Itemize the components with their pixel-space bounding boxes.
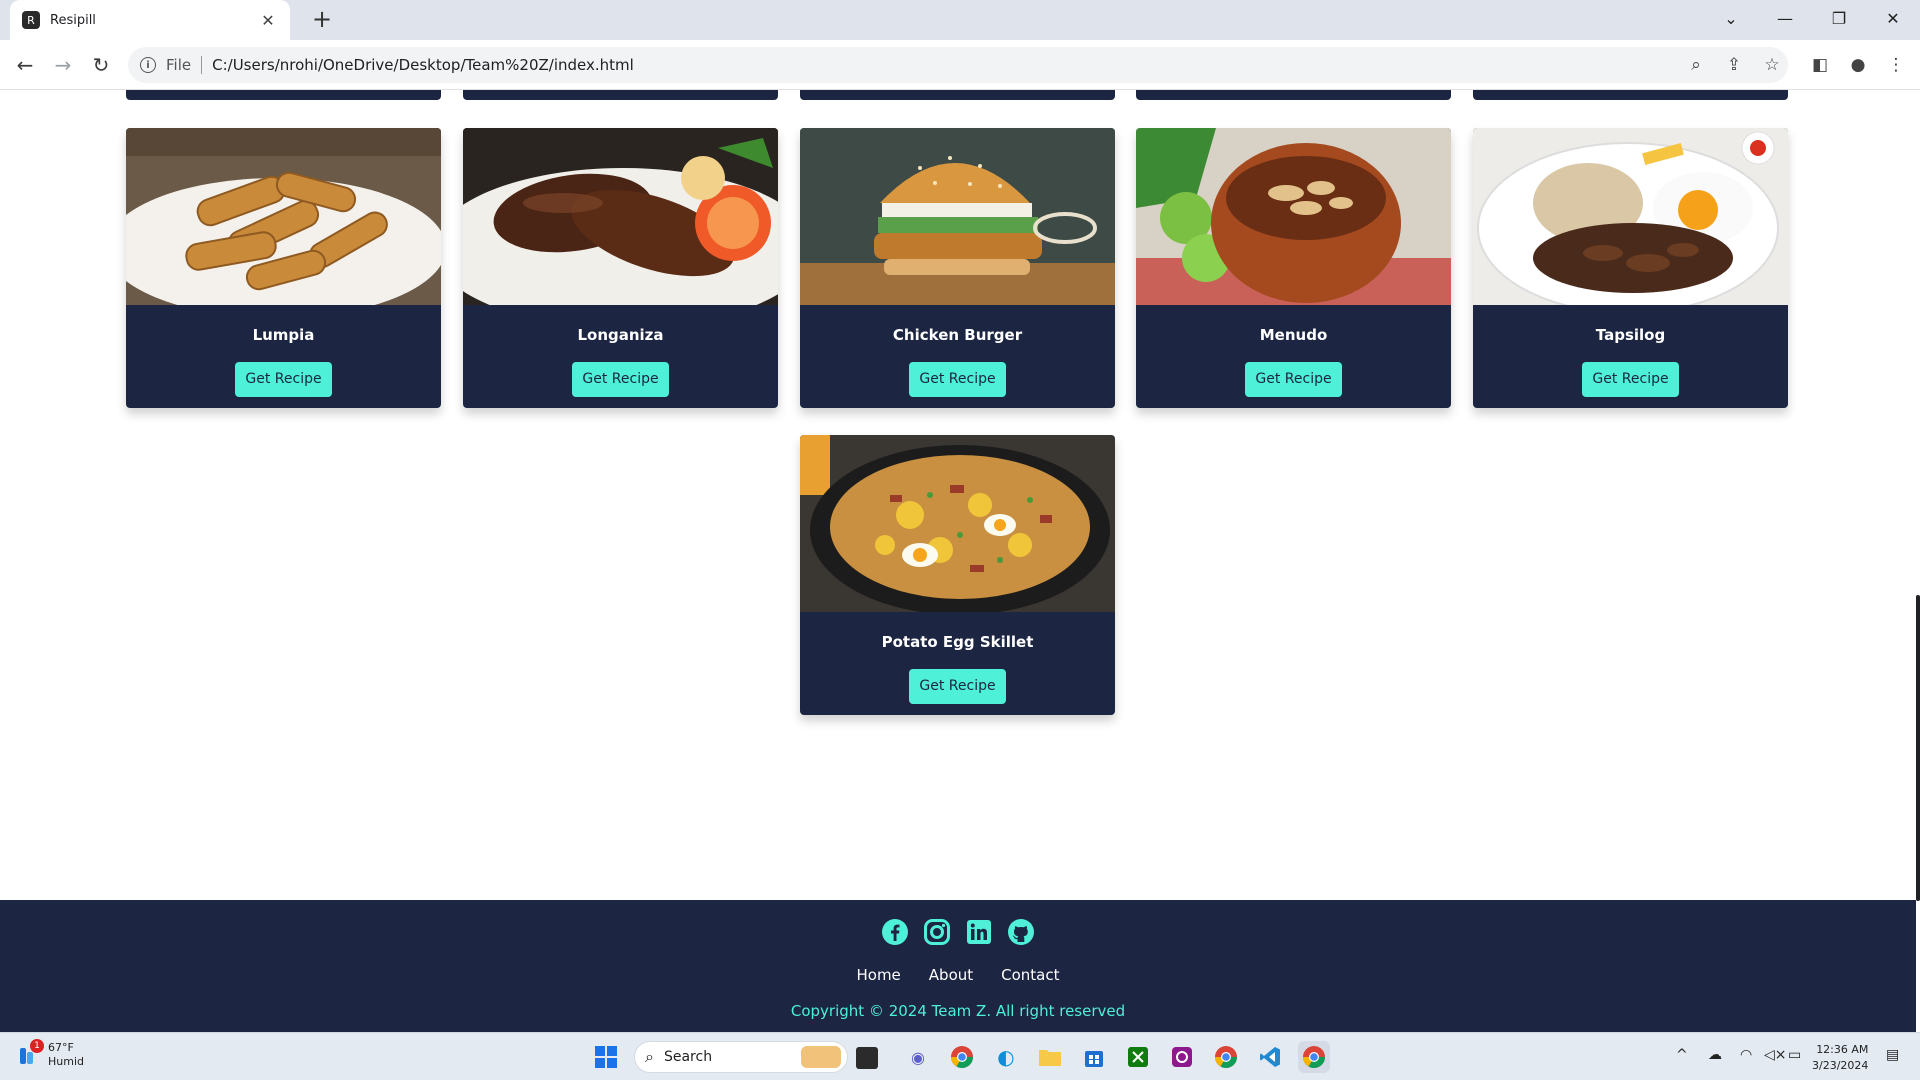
chrome-active-app-icon[interactable]: [1298, 1041, 1330, 1073]
menudo-photo: [1136, 128, 1451, 305]
potato-egg-skillet-photo: [800, 435, 1115, 615]
recipe-name: Chicken Burger: [892, 326, 1023, 344]
battery-icon[interactable]: ▭: [1788, 1047, 1801, 1063]
volume-muted-icon[interactable]: ◁×: [1764, 1047, 1787, 1063]
recipe-name: Lumpia: [252, 326, 315, 344]
vscode-app-icon[interactable]: [1254, 1041, 1286, 1073]
file-explorer-icon[interactable]: [1034, 1041, 1066, 1073]
instagram-icon[interactable]: [923, 918, 951, 946]
back-button[interactable]: ←: [12, 52, 38, 78]
start-windows-icon[interactable]: [590, 1041, 622, 1073]
get-recipe-button[interactable]: Get Recipe: [909, 669, 1006, 704]
card-stub: [463, 90, 778, 100]
get-recipe-button[interactable]: Get Recipe: [1245, 362, 1342, 397]
recipe-card: Tapsilog Get Recipe: [1473, 128, 1788, 408]
recipe-card: Potato Egg Skillet Get Recipe: [800, 435, 1115, 715]
tab-strip: R Resipill ✕ + ⌄ — ❐ ✕: [0, 0, 1920, 40]
browser-toolbar: ← → ↻ i File C:/Users/nrohi/OneDrive/Des…: [0, 40, 1920, 90]
url-text[interactable]: C:/Users/nrohi/OneDrive/Desktop/Team%20Z…: [212, 56, 634, 74]
app-icon[interactable]: [1166, 1041, 1198, 1073]
github-icon[interactable]: [1007, 918, 1035, 946]
weather-text: 67°F Humid: [48, 1041, 84, 1069]
clock-time: 12:36 AM: [1816, 1043, 1869, 1056]
recipe-card: Chicken Burger Get Recipe: [800, 128, 1115, 408]
bookmark-star-icon[interactable]: ☆: [1760, 53, 1784, 77]
chrome-app-icon[interactable]: [946, 1041, 978, 1073]
recipe-card: Longaniza Get Recipe: [463, 128, 778, 408]
taskbar-search[interactable]: ⌕ Search: [634, 1041, 848, 1073]
site-footer: Home About Contact Copyright © 2024 Team…: [0, 900, 1916, 1032]
tab-search-chevron-icon[interactable]: ⌄: [1704, 0, 1758, 36]
zoom-icon[interactable]: ⌕: [1684, 53, 1708, 77]
restore-button[interactable]: ❐: [1812, 0, 1866, 36]
profile-avatar-icon[interactable]: ●: [1846, 53, 1870, 77]
footer-nav: Home About Contact: [0, 966, 1916, 984]
side-panel-icon[interactable]: ◧: [1808, 53, 1832, 77]
weather-badge: 1: [30, 1039, 44, 1053]
card-stub: [1473, 90, 1788, 100]
search-highlight-icon: [801, 1046, 841, 1068]
get-recipe-button[interactable]: Get Recipe: [235, 362, 332, 397]
weather-desc: Humid: [48, 1055, 84, 1068]
chrome-profile-app-icon[interactable]: [1210, 1041, 1242, 1073]
weather-temp: 67°F: [48, 1041, 74, 1054]
get-recipe-button[interactable]: Get Recipe: [572, 362, 669, 397]
new-tab-button[interactable]: +: [308, 6, 336, 34]
reload-button[interactable]: ↻: [88, 52, 114, 78]
card-stub: [800, 90, 1115, 100]
forward-button[interactable]: →: [50, 52, 76, 78]
address-bar[interactable]: i File C:/Users/nrohi/OneDrive/Desktop/T…: [128, 47, 1788, 83]
tray-overflow-chevron-icon[interactable]: ^: [1676, 1047, 1688, 1063]
page-scrollbar[interactable]: [1916, 90, 1920, 1032]
get-recipe-button[interactable]: Get Recipe: [1582, 362, 1679, 397]
social-links: [0, 918, 1916, 946]
menu-kebab-icon[interactable]: ⋮: [1884, 53, 1908, 77]
linkedin-icon[interactable]: [965, 918, 993, 946]
system-clock[interactable]: 12:36 AM 3/23/2024: [1812, 1042, 1868, 1074]
chicken-burger-photo: [800, 128, 1115, 305]
scrollbar-thumb[interactable]: [1916, 595, 1920, 901]
search-icon: ⌕: [645, 1047, 654, 1066]
taskbar: 1 67°F Humid ⌕ Search ◉ ◐ ^ ☁ ◠ ◁× ▭ 12:…: [0, 1032, 1920, 1080]
close-window-button[interactable]: ✕: [1866, 0, 1920, 36]
notifications-icon[interactable]: ▤: [1886, 1047, 1899, 1063]
get-recipe-button[interactable]: Get Recipe: [909, 362, 1006, 397]
edge-app-icon[interactable]: ◐: [990, 1041, 1022, 1073]
copyright-text: Copyright © 2024 Team Z. All right reser…: [790, 1002, 1126, 1020]
browser-tab[interactable]: R Resipill ✕: [10, 0, 290, 40]
site-favicon-icon: R: [22, 11, 40, 29]
clock-date: 3/23/2024: [1812, 1059, 1869, 1072]
recipe-card: Lumpia Get Recipe: [126, 128, 441, 408]
card-stub: [1136, 90, 1451, 100]
search-placeholder: Search: [663, 1049, 713, 1065]
site-info-icon[interactable]: i: [140, 57, 156, 73]
card-stub: [126, 90, 441, 100]
xbox-app-icon[interactable]: [1122, 1041, 1154, 1073]
page-viewport: Lumpia Get Recipe Longaniza Get Recipe C…: [0, 90, 1916, 1032]
footer-link-about[interactable]: About: [929, 966, 973, 984]
url-scheme: File: [166, 56, 203, 74]
recipe-card: Menudo Get Recipe: [1136, 128, 1451, 408]
recipe-name: Longaniza: [577, 326, 664, 344]
tapsilog-photo: [1473, 128, 1788, 314]
tab-close-icon[interactable]: ✕: [258, 11, 278, 30]
onedrive-icon[interactable]: ☁: [1708, 1047, 1722, 1063]
recipe-name: Menudo: [1259, 326, 1328, 344]
share-icon[interactable]: ⇪: [1722, 53, 1746, 77]
lumpia-photo: [126, 128, 441, 318]
weather-widget[interactable]: 1 67°F Humid: [18, 1039, 84, 1069]
recipe-name: Tapsilog: [1595, 326, 1666, 344]
teams-chat-icon[interactable]: ◉: [902, 1041, 934, 1073]
minimize-button[interactable]: —: [1758, 0, 1812, 36]
task-view-icon[interactable]: [856, 1047, 878, 1069]
longaniza-photo: [463, 128, 778, 328]
recipe-name: Potato Egg Skillet: [881, 633, 1034, 651]
facebook-icon[interactable]: [881, 918, 909, 946]
footer-link-home[interactable]: Home: [856, 966, 900, 984]
tab-title: Resipill: [50, 12, 96, 28]
store-app-icon[interactable]: [1078, 1041, 1110, 1073]
footer-link-contact[interactable]: Contact: [1001, 966, 1059, 984]
wifi-icon[interactable]: ◠: [1740, 1047, 1752, 1063]
